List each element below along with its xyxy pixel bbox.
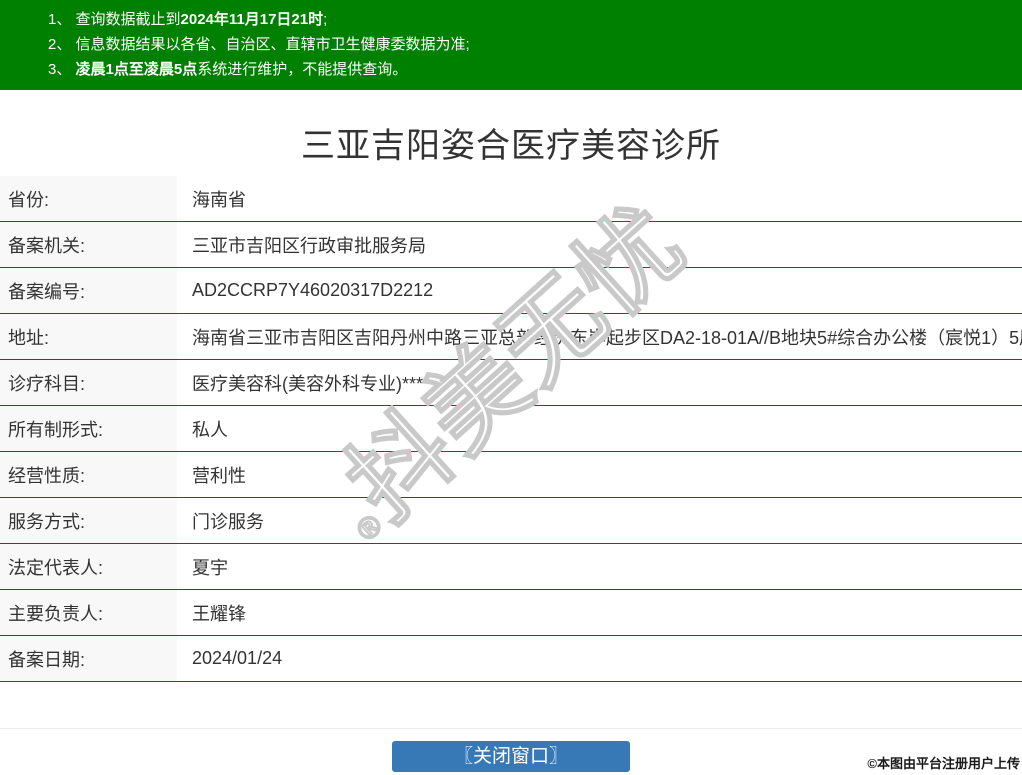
row-label: 经营性质:: [0, 452, 177, 497]
bottom-divider: [0, 728, 1022, 729]
row-label: 地址:: [0, 314, 177, 359]
row-value: 海南省: [192, 189, 246, 210]
row-label: 服务方式:: [0, 498, 177, 543]
row-value: 夏宇: [192, 557, 228, 578]
info-row-medical-subjects: 诊疗科目: 医疗美容科(美容外科专业)******: [0, 360, 1022, 406]
notice-line-2: 2、 信息数据结果以各省、自治区、直辖市卫生健康委数据为准;: [48, 32, 1022, 57]
notice-banner: 1、 查询数据截止到2024年11月17日21时; 2、 信息数据结果以各省、自…: [0, 0, 1022, 90]
info-row-legal-representative: 法定代表人: 夏宇: [0, 544, 1022, 590]
row-value: 医疗美容科(美容外科专业)******: [192, 373, 445, 394]
notice-1-bold: 2024年11月17日21时: [180, 11, 324, 28]
row-label: 法定代表人:: [0, 544, 177, 589]
page-title: 三亚吉阳姿合医疗美容诊所: [301, 127, 721, 165]
info-row-address: 地址: 海南省三亚市吉阳区吉阳丹州中路三亚总部经济东岸起步区DA2-18-01A…: [0, 314, 1022, 360]
button-bar: 〖关闭窗口〗: [0, 741, 1022, 772]
row-value: AD2CCRP7Y46020317D2212: [192, 280, 434, 300]
info-table: 省份: 海南省 备案机关: 三亚市吉阳区行政审批服务局 备案编号: AD2CCR…: [0, 176, 1022, 682]
notice-3-bold: 凌晨1点至凌晨5点: [75, 61, 198, 78]
row-label: 备案编号:: [0, 268, 177, 313]
info-row-filing-date: 备案日期: 2024/01/24: [0, 636, 1022, 682]
row-value: 2024/01/24: [192, 648, 283, 668]
row-value: 海南省三亚市吉阳区吉阳丹州中路三亚总部经济东岸起步区DA2-18-01A//B地…: [192, 327, 1022, 348]
info-row-filing-number: 备案编号: AD2CCRP7Y46020317D2212: [0, 268, 1022, 314]
row-label: 备案机关:: [0, 222, 177, 267]
notice-2-text: 2、 信息数据结果以各省、自治区、直辖市卫生健康委数据为准;: [48, 36, 470, 53]
notice-line-3: 3、 凌晨1点至凌晨5点系统进行维护，不能提供查询。: [48, 57, 1022, 82]
notice-3-suffix: 系统进行维护，不能提供查询。: [197, 61, 408, 78]
info-row-filing-authority: 备案机关: 三亚市吉阳区行政审批服务局: [0, 222, 1022, 268]
notice-3-text: 3、: [48, 61, 76, 78]
row-value: 三亚市吉阳区行政审批服务局: [192, 235, 426, 256]
notice-line-1: 1、 查询数据截止到2024年11月17日21时;: [48, 7, 1022, 32]
row-value: 营利性: [192, 465, 246, 486]
row-label: 诊疗科目:: [0, 360, 177, 405]
info-row-main-person-in-charge: 主要负责人: 王耀锋: [0, 590, 1022, 636]
info-row-service-mode: 服务方式: 门诊服务: [0, 498, 1022, 544]
row-label: 备案日期:: [0, 636, 177, 681]
row-label: 省份:: [0, 176, 177, 221]
row-value: 私人: [192, 419, 228, 440]
info-row-ownership: 所有制形式: 私人: [0, 406, 1022, 452]
row-label: 所有制形式:: [0, 406, 177, 451]
notice-1-suffix: ;: [323, 11, 328, 28]
row-label: 主要负责人:: [0, 590, 177, 635]
info-row-business-nature: 经营性质: 营利性: [0, 452, 1022, 498]
row-value: 门诊服务: [192, 511, 264, 532]
close-window-button[interactable]: 〖关闭窗口〗: [392, 741, 630, 772]
info-row-province: 省份: 海南省: [0, 176, 1022, 222]
notice-1-text: 1、 查询数据截止到: [48, 11, 181, 28]
row-value: 王耀锋: [192, 603, 246, 624]
